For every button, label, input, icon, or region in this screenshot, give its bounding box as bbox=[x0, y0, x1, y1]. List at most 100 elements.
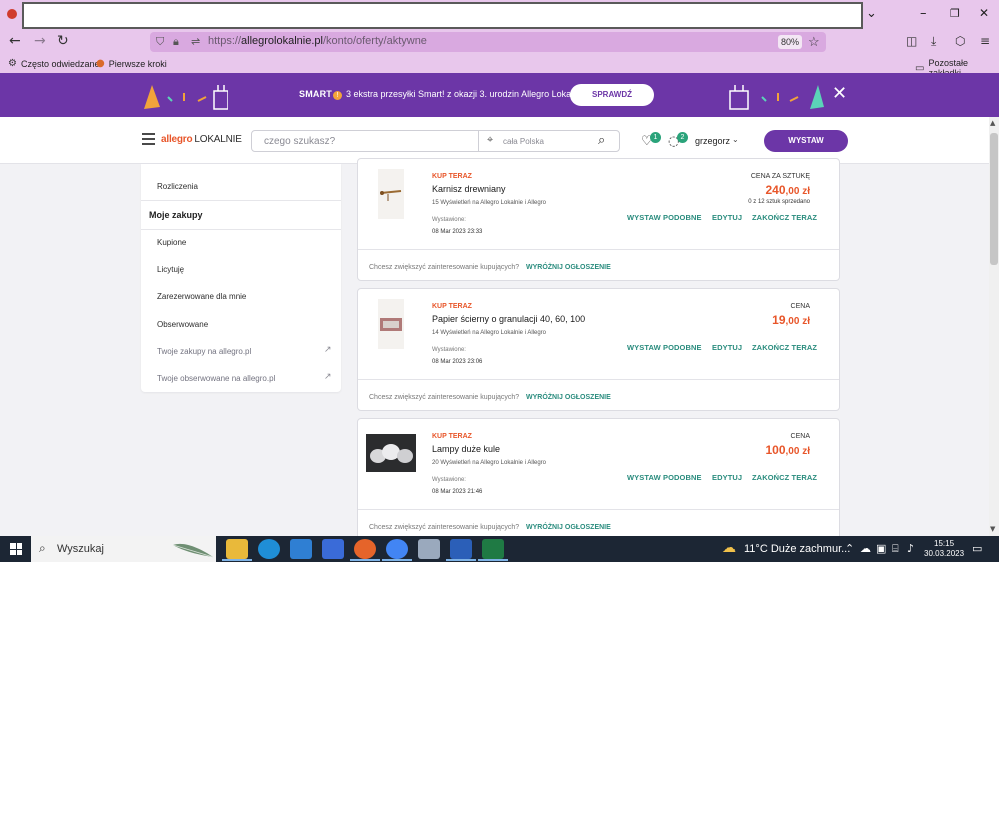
weather-icon[interactable]: ☁ bbox=[722, 540, 736, 556]
location-pin-icon: ⌖ bbox=[487, 134, 494, 146]
allegro-lokalnie-logo[interactable]: allegro LOKALNIE bbox=[161, 134, 242, 145]
zoom-level[interactable]: 80% bbox=[778, 35, 802, 49]
folder-icon: ▭ bbox=[915, 62, 925, 74]
browser-tab[interactable] bbox=[22, 2, 863, 29]
chevron-down-icon[interactable]: ⌄ bbox=[732, 135, 739, 144]
forward-icon[interactable]: → bbox=[34, 33, 46, 49]
bookmark-star-icon[interactable]: ☆ bbox=[808, 34, 820, 50]
lock-icon[interactable]: 🔒︎ bbox=[173, 35, 179, 49]
offer-title[interactable]: Lampy duże kule bbox=[432, 444, 500, 454]
end-now-button[interactable]: ZAKOŃCZ TERAZ bbox=[752, 473, 817, 482]
url-bar[interactable]: ⛉ 🔒︎ ⇌ https://allegrolokalnie.pl/konto/… bbox=[150, 32, 826, 52]
scroll-up-icon[interactable]: ▲ bbox=[990, 119, 995, 127]
page-scrollbar[interactable]: ▲ ▼ bbox=[989, 117, 999, 536]
divider bbox=[358, 379, 839, 380]
menu-icon[interactable]: ≡ bbox=[980, 34, 990, 48]
external-link-icon[interactable]: ↗ bbox=[324, 372, 332, 382]
firefox-icon[interactable] bbox=[7, 9, 17, 19]
promote-offer-link[interactable]: WYRÓŻNIJ OGŁOSZENIE bbox=[526, 394, 611, 401]
edge-icon[interactable] bbox=[258, 539, 280, 559]
offer-views: 15 Wyświetleń na Allegro Lokalnie i Alle… bbox=[432, 200, 547, 206]
browser-nav-bar: ← → ↻ ⛉ 🔒︎ ⇌ https://allegrolokalnie.pl/… bbox=[0, 29, 999, 55]
offer-card: KUP TERAZ Lampy duże kule 20 Wyświetleń … bbox=[357, 418, 840, 541]
firefox-taskbar-icon[interactable] bbox=[354, 539, 376, 559]
search-input[interactable] bbox=[252, 131, 478, 151]
taskbar-search[interactable]: ⌕ Wyszukaj bbox=[31, 536, 216, 562]
search-box: ⌖ ⌕ bbox=[251, 130, 620, 152]
store-icon[interactable] bbox=[322, 539, 344, 559]
downloads-icon[interactable]: ⤓ bbox=[931, 34, 936, 49]
windows-start-icon[interactable] bbox=[10, 543, 22, 555]
network-icon[interactable]: ⌸ bbox=[892, 542, 899, 556]
clock-date: 30.03.2023 bbox=[924, 549, 965, 558]
word-icon[interactable] bbox=[450, 539, 472, 559]
offer-card: KUP TERAZ Papier ścierny o granulacji 40… bbox=[357, 288, 840, 411]
location-input[interactable] bbox=[503, 131, 593, 151]
buy-now-label: KUP TERAZ bbox=[432, 433, 472, 440]
sidebar-item-bought[interactable]: Kupione bbox=[157, 238, 186, 247]
bookmark-first-steps[interactable]: ● Pierwsze kroki bbox=[96, 58, 167, 69]
user-menu[interactable]: grzegorz bbox=[695, 136, 730, 146]
list-similar-button[interactable]: WYSTAW PODOBNE bbox=[627, 473, 702, 482]
party-decoration-icon bbox=[144, 85, 228, 110]
feather-decoration-icon bbox=[172, 543, 214, 558]
bookmark-frequent[interactable]: ⚙ Często odwiedzane bbox=[8, 58, 100, 69]
chevron-up-icon[interactable]: ⌃ bbox=[845, 542, 854, 555]
offer-title[interactable]: Papier ścierny o granulacji 40, 60, 100 bbox=[432, 314, 585, 324]
reload-icon[interactable]: ↻ bbox=[57, 33, 69, 49]
mail-icon[interactable] bbox=[290, 539, 312, 559]
tracking-shield-icon[interactable]: ⛉ bbox=[156, 35, 164, 49]
offer-title[interactable]: Karnisz drewniany bbox=[432, 184, 506, 194]
file-explorer-icon[interactable] bbox=[226, 539, 248, 559]
chrome-icon[interactable] bbox=[386, 539, 408, 559]
promote-offer-link[interactable]: WYRÓŻNIJ OGŁOSZENIE bbox=[526, 264, 611, 271]
scroll-down-icon[interactable]: ▼ bbox=[990, 525, 995, 533]
divider bbox=[358, 509, 839, 510]
promo-check-button[interactable]: SPRAWDŹ bbox=[570, 84, 654, 106]
edit-button[interactable]: EDYTUJ bbox=[712, 473, 742, 482]
volume-icon[interactable]: ♪ bbox=[907, 542, 914, 555]
pocket-icon[interactable]: ◫ bbox=[906, 34, 917, 48]
minimize-icon[interactable]: – bbox=[920, 6, 927, 21]
extensions-icon[interactable]: ⬡ bbox=[955, 34, 965, 48]
edit-button[interactable]: EDYTUJ bbox=[712, 213, 742, 222]
close-window-icon[interactable]: ✕ bbox=[979, 6, 989, 20]
security-icon[interactable]: ▣ bbox=[876, 542, 886, 555]
end-now-button[interactable]: ZAKOŃCZ TERAZ bbox=[752, 213, 817, 222]
gear-icon: ⚙ bbox=[8, 58, 17, 69]
excel-icon[interactable] bbox=[482, 539, 504, 559]
sidebar-item-allegro-purchases[interactable]: Twoje zakupy na allegro.pl bbox=[157, 347, 251, 356]
taskbar-clock[interactable]: 15:15 30.03.2023 bbox=[924, 539, 964, 559]
sidebar-item-allegro-watched[interactable]: Twoje obserwowane na allegro.pl bbox=[157, 374, 275, 383]
hamburger-menu-icon[interactable] bbox=[142, 133, 155, 148]
notifications-icon[interactable]: ▭ bbox=[972, 542, 982, 555]
sell-button[interactable]: WYSTAW bbox=[764, 130, 848, 152]
offer-thumbnail[interactable] bbox=[378, 299, 404, 349]
cloud-icon[interactable]: ☁ bbox=[860, 542, 871, 555]
promo-close-icon[interactable]: ✕ bbox=[832, 84, 847, 104]
listed-date: 08 Mar 2023 21:46 bbox=[432, 489, 483, 495]
edit-button[interactable]: EDYTUJ bbox=[712, 343, 742, 352]
tab-list-chevron-icon[interactable]: ⌄ bbox=[866, 6, 877, 21]
end-now-button[interactable]: ZAKOŃCZ TERAZ bbox=[752, 343, 817, 352]
back-icon[interactable]: ← bbox=[9, 33, 21, 49]
sidebar-item-watched[interactable]: Obserwowane bbox=[157, 320, 208, 329]
clock-time: 15:15 bbox=[934, 539, 955, 548]
sidebar-item-bidding[interactable]: Licytuję bbox=[157, 265, 184, 274]
listed-label: Wystawione: bbox=[432, 347, 466, 353]
restore-icon[interactable]: ❐ bbox=[950, 7, 960, 20]
external-link-icon[interactable]: ↗ bbox=[324, 345, 332, 355]
offer-thumbnail[interactable] bbox=[378, 169, 404, 219]
list-similar-button[interactable]: WYSTAW PODOBNE bbox=[627, 343, 702, 352]
permissions-icon[interactable]: ⇌ bbox=[191, 35, 200, 48]
scroll-thumb[interactable] bbox=[990, 133, 998, 265]
promote-offer-link[interactable]: WYRÓŻNIJ OGŁOSZENIE bbox=[526, 524, 611, 531]
search-icon[interactable]: ⌕ bbox=[598, 133, 605, 148]
sidebar-item-settlements[interactable]: Rozliczenia bbox=[157, 182, 198, 191]
document-app-icon[interactable] bbox=[418, 539, 440, 559]
offer-thumbnail[interactable] bbox=[366, 434, 416, 472]
list-similar-button[interactable]: WYSTAW PODOBNE bbox=[627, 213, 702, 222]
weather-text[interactable]: 11°C Duże zachmur... bbox=[744, 543, 850, 555]
sidebar-item-reserved[interactable]: Zarezerwowane dla mnie bbox=[157, 292, 246, 301]
url-text[interactable]: https://allegrolokalnie.pl/konto/oferty/… bbox=[208, 35, 427, 47]
